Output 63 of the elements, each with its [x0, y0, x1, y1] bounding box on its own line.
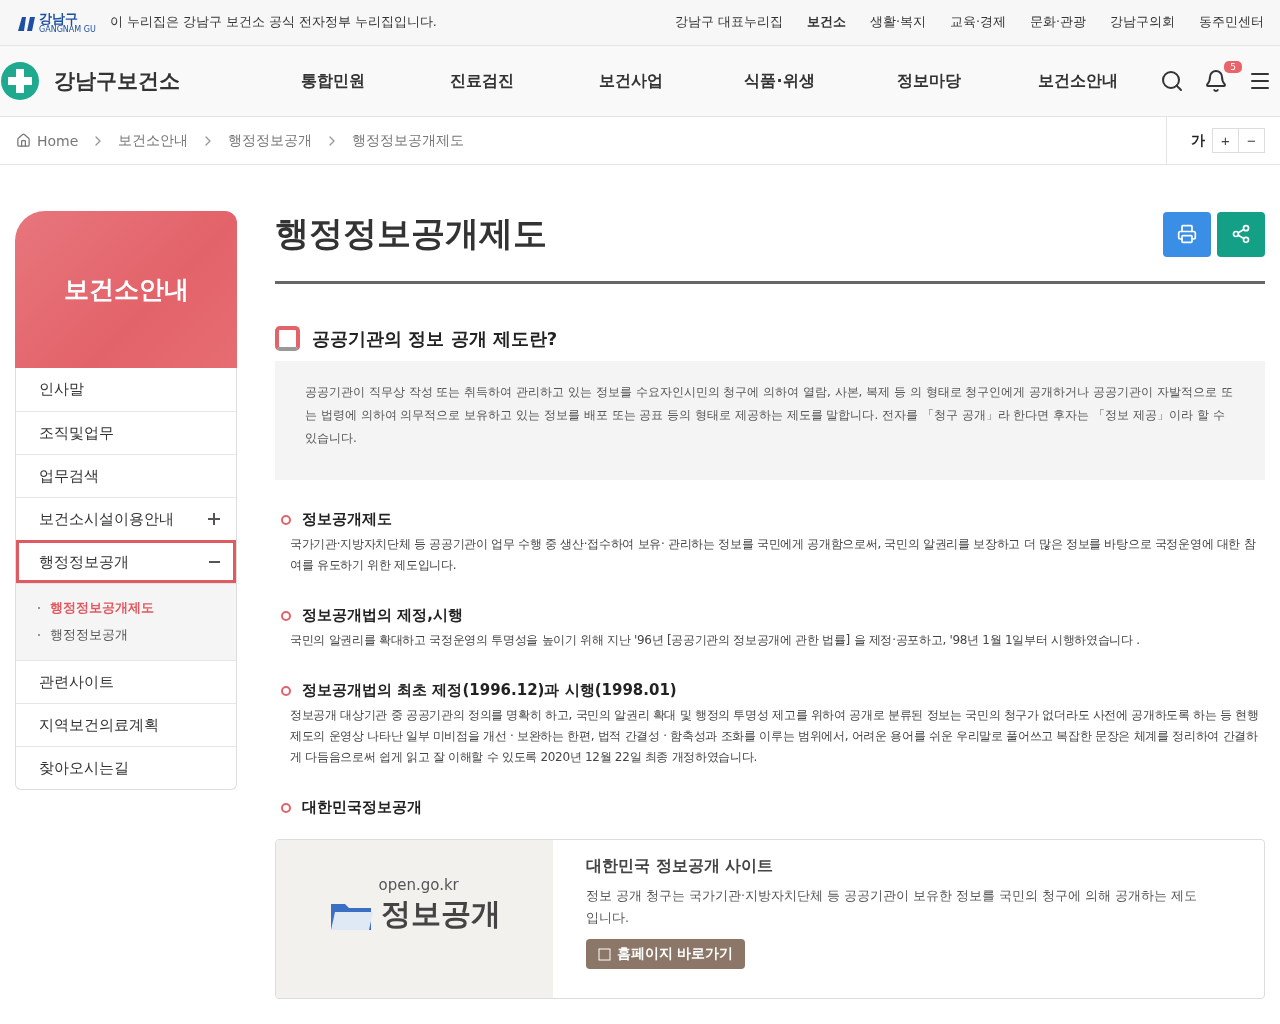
- sidebar-item[interactable]: 행정정보공개: [16, 540, 236, 583]
- sidebar-item[interactable]: 보건소시설이용안내: [16, 497, 236, 540]
- sidebar-item[interactable]: 조직및업무: [16, 411, 236, 454]
- subsection-heading: 정보공개법의 제정,시행: [302, 606, 463, 625]
- nav-item[interactable]: 정보마당: [854, 70, 1003, 92]
- logo-domain: open.go.kr: [378, 876, 460, 894]
- nav-item[interactable]: 보건사업: [556, 70, 705, 92]
- breadcrumb-link[interactable]: 행정정보공개제도: [352, 131, 465, 150]
- nav-item[interactable]: 식품·위생: [705, 70, 854, 92]
- top-link[interactable]: 강남구 대표누리집: [675, 14, 784, 31]
- notice-text: 이 누리집은 강남구 보건소 공식 전자정부 누리집입니다.: [109, 14, 438, 31]
- page-title: 행정정보공개제도: [275, 212, 547, 255]
- nav-item[interactable]: 통합민원: [258, 70, 407, 92]
- font-size-label: 가: [1191, 131, 1205, 150]
- subsection-text: 국가기관·지방자치단체 등 공공기관이 업무 수행 중 생산·접수하여 보유· 관리하는 정보를 국민에게 공개함으로써, 국민의 알권리를 보장하고 더 많은 정보를 바탕으로 국정운영에 대한 참여를 유도하기 위한 제도입니다.: [290, 536, 1257, 574]
- nav-item[interactable]: 보건소안내: [1003, 70, 1152, 92]
- top-link[interactable]: 교육·경제: [950, 14, 1006, 31]
- section-heading: 공공기관의 정보 공개 제도란?: [312, 326, 558, 351]
- sidebar-item[interactable]: 지역보건의료계획: [16, 703, 236, 746]
- subsection-heading: 정보공개제도: [302, 510, 392, 529]
- top-link[interactable]: 문화·관광: [1030, 14, 1086, 31]
- sidebar-subitem[interactable]: 행정정보공개: [50, 621, 128, 648]
- font-decrease-button[interactable]: −: [1238, 128, 1265, 153]
- sidebar-item[interactable]: 인사말: [16, 368, 236, 411]
- font-increase-button[interactable]: +: [1212, 128, 1239, 153]
- ring-bullet-icon: [281, 610, 291, 621]
- sidebar-item[interactable]: 업무검색: [16, 454, 236, 497]
- top-link[interactable]: 강남구의회: [1110, 14, 1175, 31]
- notification-button[interactable]: [1204, 69, 1228, 93]
- subsection-heading: 대한민국정보공개: [302, 798, 422, 817]
- nav-item[interactable]: 진료검진: [407, 70, 556, 92]
- ring-bullet-icon: [281, 802, 291, 813]
- top-link[interactable]: 생활·복지: [870, 14, 927, 31]
- card-text: 정보 공개 청구는 국가기관·지방자치단체 등 공공기관이 보유한 정보를 국민의 청구에 의해 공개하는 제도입니다.: [586, 887, 1198, 927]
- share-icon: [1231, 224, 1251, 244]
- breadcrumb-link[interactable]: 행정정보공개: [228, 131, 313, 150]
- print-icon: [1177, 224, 1197, 244]
- notification-badge: 5: [1224, 61, 1242, 73]
- logo-title: 정보공개: [380, 895, 501, 933]
- logo-subtext: GANGNAM GU: [39, 25, 96, 34]
- ring-bullet-icon: [281, 685, 291, 696]
- breadcrumb-link[interactable]: 보건소안내: [118, 131, 189, 150]
- subsection-text: 정보공개 대상기관 중 공공기관의 정의를 명확히 하고, 국민의 알권리 확대 및 행정의 투명성 제고를 위하여 공개로 분류된 정보는 국민의 청구가 없더라도 사전에 공개하도록 하는 등 현행 제도의 운영상 나타난 일부 미비점을 개선 · 보완하는 한편, 법적 간결성 · 함축성과 조화를 이루는 범위에서, 어려운 용어를 쉬운 우리말로 풀어쓰고 복잡한 문장은 체계를 정리하여 간결하게 다듬음으로써 쉽게 읽고 잘 이해할 수 있도록 2020년 12월 22일 최종 개정하였습니다.: [290, 707, 1260, 766]
- search-button[interactable]: [1160, 69, 1184, 93]
- print-button[interactable]: [1163, 211, 1211, 257]
- logo-text: 강남구: [39, 11, 78, 25]
- intro-text: 공공기관이 직무상 작성 또는 취득하여 관리하고 있는 정보를 수요자인시민의 청구에 의하여 열람, 사본, 복제 등 의 형태로 청구인에게 공개하거나 공공기관이 자발적으로 또는 법령에 의하여 의무적으로 보유하고 있는 정보를 배포 또는 공표 등의 형태로 제공하는 제도를 말합니다. 전자를 「청구 공개」라 한다면 후자는 「정보 제공」이라 할 수 있습니다.: [275, 361, 1265, 480]
- ring-bullet-icon: [281, 514, 291, 525]
- card-title: 대한민국 정보공개 사이트: [586, 856, 775, 877]
- breadcrumb-link[interactable]: Home: [37, 132, 79, 149]
- square-bullet-icon: [275, 326, 300, 351]
- sidebar-item[interactable]: 찾아오시는길: [16, 746, 236, 789]
- homepage-button[interactable]: 홈페이지 바로가기: [586, 939, 745, 969]
- top-link[interactable]: 동주민센터: [1199, 14, 1264, 31]
- sidebar-item[interactable]: 관련사이트: [16, 660, 236, 703]
- site-name[interactable]: 강남구보건소: [54, 67, 180, 95]
- top-link[interactable]: 보건소: [807, 14, 847, 31]
- home-icon: [16, 133, 31, 148]
- subsection-text: 국민의 알권리를 확대하고 국정운영의 투명성을 높이기 위해 지난 '96년 [공공기관의 정보공개에 관한 법률] 을 제정·공포하고, '98년 1월 1일부터 시행하였습니다 .: [290, 632, 1141, 649]
- subsection-heading: 정보공개법의 최초 제정(1996.12)과 시행(1998.01): [302, 681, 677, 700]
- page-icon: [598, 947, 611, 961]
- sidebar-title: 보건소안내: [15, 211, 237, 368]
- share-button[interactable]: [1217, 211, 1265, 257]
